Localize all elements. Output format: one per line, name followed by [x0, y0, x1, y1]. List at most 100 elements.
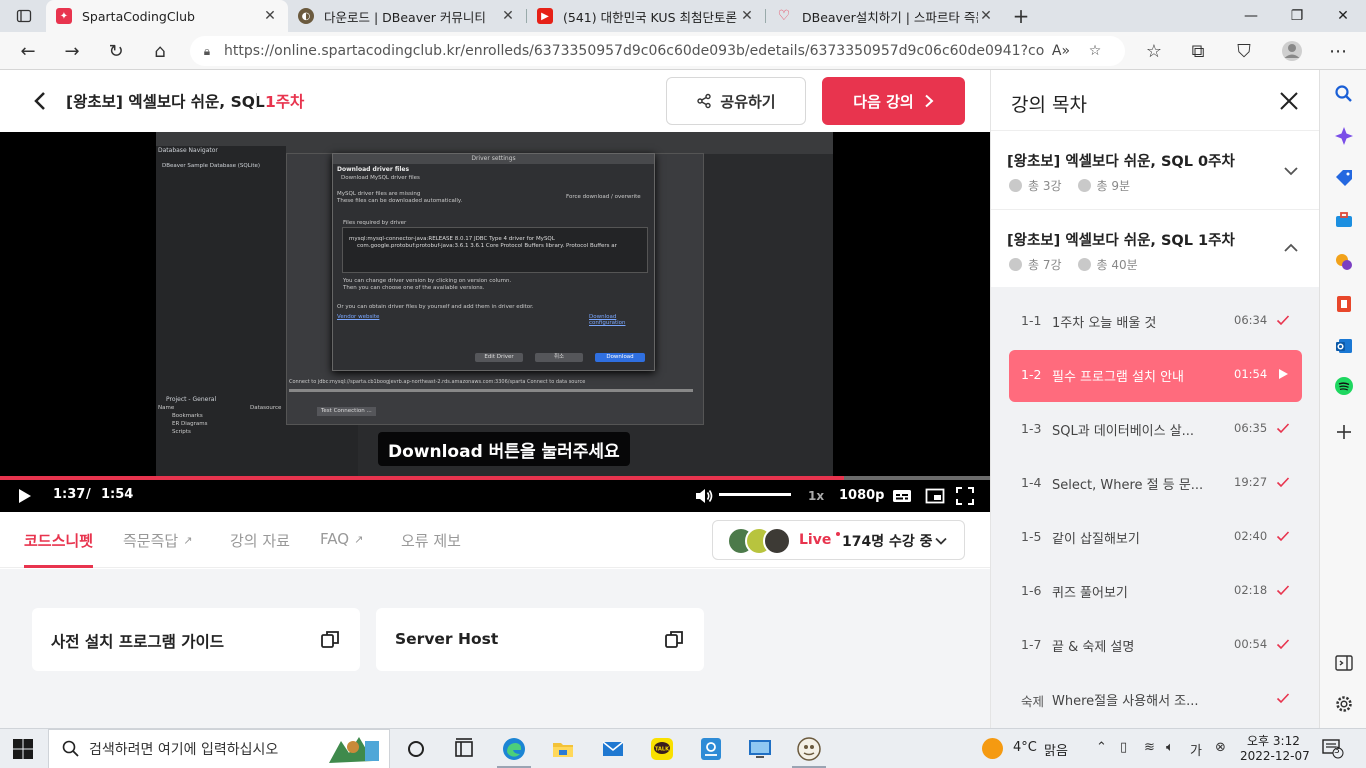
clock-date[interactable]: 2022-12-07 [1240, 749, 1310, 763]
next-lesson-button[interactable]: 다음 강의 [822, 77, 965, 125]
file-explorer-icon[interactable] [551, 737, 575, 761]
browser-tab-1[interactable]: ◐ 다운로드 | DBeaver 커뮤니티 ✕ [288, 0, 526, 32]
speaker-icon[interactable]: 🔈︎ [1166, 740, 1174, 755]
tab-code-snippet[interactable]: 코드스니펫 [24, 530, 93, 551]
close-window-icon[interactable]: ✕ [1320, 0, 1366, 32]
read-aloud-icon[interactable]: A» [1044, 43, 1078, 59]
picture-in-picture-icon[interactable] [925, 486, 945, 506]
games-icon[interactable] [1334, 252, 1354, 272]
close-tab-icon[interactable]: ✕ [262, 8, 278, 24]
lesson-item[interactable]: 1-6 퀴즈 풀어보기 02:18 [1009, 566, 1302, 618]
lesson-item-active[interactable]: 1-2 필수 프로그램 설치 안내 01:54 [1009, 350, 1302, 402]
volume-slider[interactable] [719, 493, 791, 496]
add-icon[interactable] [1334, 422, 1354, 442]
share-icon [697, 93, 712, 109]
kakaotalk-icon[interactable]: TALK [650, 737, 674, 761]
spotify-icon[interactable] [1334, 376, 1354, 396]
shopping-tag-icon[interactable] [1334, 168, 1354, 188]
lesson-duration: 19:27 [1234, 475, 1268, 489]
lesson-item[interactable]: 1-1 1주차 오늘 배울 것 06:34 [1009, 296, 1302, 348]
tab-actions-icon[interactable] [12, 4, 36, 28]
remote-desktop-icon[interactable] [748, 737, 772, 761]
lesson-item[interactable]: 1-7 끝 & 숙제 설명 00:54 [1009, 620, 1302, 672]
restore-icon[interactable]: ❐ [1274, 0, 1320, 32]
new-tab-icon[interactable]: + [1009, 4, 1033, 28]
captions-icon[interactable] [892, 486, 912, 506]
play-icon[interactable] [14, 486, 34, 506]
back-icon[interactable]: ← [15, 38, 41, 64]
do-not-disturb-icon[interactable]: ⊗ [1215, 740, 1226, 755]
forward-icon[interactable]: → [59, 38, 85, 64]
browser-tab-0[interactable]: ✦ SpartaCodingClub ✕ [46, 0, 288, 32]
windows-start-icon[interactable] [12, 738, 34, 760]
url-text[interactable]: https://online.spartacodingclub.kr/enrol… [224, 43, 1044, 59]
tools-icon[interactable] [1334, 210, 1354, 230]
edge-browser-icon[interactable] [502, 737, 526, 761]
share-button[interactable]: 공유하기 [666, 77, 806, 125]
weather-description[interactable]: 맑음 [1044, 740, 1068, 759]
week-section-1[interactable]: [왕초보] 엑셀보다 쉬운, SQL 1주차 총 7강 총 40분 [991, 209, 1320, 287]
tab-qna[interactable]: 즉문즉답 ↗ [123, 530, 192, 551]
widgets-icon[interactable] [452, 737, 476, 761]
copy-icon[interactable] [664, 629, 684, 649]
browser-essentials-icon[interactable]: ⛉ [1231, 38, 1257, 64]
playback-speed[interactable]: 1x [808, 489, 824, 503]
outlook-icon[interactable] [1334, 336, 1354, 356]
home-icon[interactable]: ⌂ [147, 38, 173, 64]
tab-faq[interactable]: FAQ ↗ [320, 530, 363, 548]
hangul-icon[interactable] [699, 737, 723, 761]
mail-icon[interactable] [601, 737, 625, 761]
office-icon[interactable] [1334, 294, 1354, 314]
search-icon[interactable] [1334, 84, 1354, 104]
video-player[interactable]: Database Navigator DBeaver Sample Databa… [0, 132, 990, 512]
battery-icon[interactable]: ▯ [1120, 740, 1127, 755]
url-field[interactable]: 🔒︎ https://online.spartacodingclub.kr/en… [190, 36, 1125, 66]
week-section-0[interactable]: [왕초보] 엑셀보다 쉬운, SQL 0주차 총 3강 총 9분 [991, 130, 1320, 209]
browser-tab-3[interactable]: ♡ DBeaver설치하기 | 스파르타 즉문즉답 ✕ [766, 0, 1004, 32]
add-favorite-icon[interactable]: ☆ [1078, 43, 1112, 59]
video-progress-bar[interactable] [0, 476, 990, 480]
download-configuration-link: Download configuration [589, 314, 626, 326]
weather-temperature[interactable]: 4°C [1013, 740, 1037, 755]
close-icon[interactable] [1278, 90, 1300, 112]
taskbar-search-input[interactable]: 검색하려면 여기에 입력하십시오 [48, 729, 390, 768]
copy-icon[interactable] [320, 629, 340, 649]
close-tab-icon[interactable]: ✕ [739, 8, 755, 24]
lock-icon[interactable]: 🔒︎ [190, 44, 224, 59]
lesson-name: 필수 프로그램 설치 안내 [1052, 370, 1184, 385]
close-tab-icon[interactable]: ✕ [978, 8, 994, 24]
language-icon[interactable]: 가 [1190, 740, 1202, 759]
tab-error-report[interactable]: 오류 제보 [401, 530, 461, 551]
weather-sun-icon[interactable] [982, 738, 1003, 759]
minimize-icon[interactable]: — [1228, 0, 1274, 32]
task-view-icon[interactable] [404, 737, 428, 761]
lesson-item[interactable]: 1-5 같이 삽질해보기 02:40 [1009, 512, 1302, 564]
favorites-icon[interactable]: ☆ [1141, 38, 1167, 64]
more-menu-icon[interactable]: ⋯ [1325, 38, 1351, 64]
back-chevron-icon[interactable] [28, 88, 52, 114]
hide-sidebar-icon[interactable] [1334, 653, 1354, 673]
chevron-up-icon[interactable]: ⌃ [1096, 740, 1107, 755]
snippet-card[interactable]: Server Host [376, 608, 704, 671]
video-quality[interactable]: 1080p [839, 488, 885, 503]
copilot-icon[interactable] [1334, 126, 1354, 146]
wifi-icon[interactable]: ≋ [1144, 740, 1155, 755]
volume-icon[interactable] [694, 486, 714, 506]
lesson-item[interactable]: 1-4 Select, Where 절 등 문... 19:27 [1009, 458, 1302, 510]
tab-materials[interactable]: 강의 자료 [230, 530, 290, 551]
settings-gear-icon[interactable] [1334, 694, 1354, 714]
dbeaver-icon[interactable] [797, 737, 821, 761]
lesson-item[interactable]: 1-3 SQL과 데이터베이스 살... 06:35 [1009, 404, 1302, 456]
live-viewers-box[interactable]: Live 174명 수강 중 [712, 520, 965, 560]
profile-icon[interactable] [1279, 38, 1305, 64]
collections-icon[interactable]: ⧉ [1185, 38, 1211, 64]
lesson-item[interactable]: 숙제 Where절을 사용해서 조... [1009, 674, 1302, 726]
lesson-duration: 02:18 [1234, 583, 1268, 597]
close-tab-icon[interactable]: ✕ [500, 8, 516, 24]
fullscreen-icon[interactable] [955, 486, 975, 506]
clock-time[interactable]: 오후 3:12 [1247, 732, 1300, 749]
snippet-card[interactable]: 사전 설치 프로그램 가이드 [32, 608, 360, 671]
browser-tab-2[interactable]: ▶ (541) 대한민국 KUS 최첨단토론 - Yo ✕ [527, 0, 765, 32]
notification-icon[interactable]: 3 [1322, 739, 1344, 759]
reload-icon[interactable]: ↻ [103, 38, 129, 64]
